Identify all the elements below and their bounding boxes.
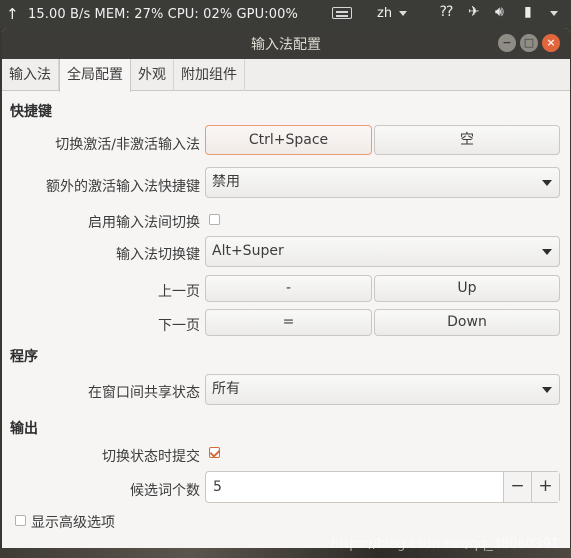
- window-titlebar: 输入法配置 − □ ×: [2, 28, 570, 59]
- prev-page-label: 上一页: [158, 284, 200, 300]
- enable-switch-label: 启用输入法间切换: [88, 215, 200, 231]
- candidate-count-spinner[interactable]: 5 − +: [205, 471, 560, 503]
- dropdown-arrow-icon: [542, 180, 552, 186]
- commit-on-switch-label: 切换状态时提交: [102, 449, 200, 465]
- increment-button[interactable]: +: [531, 472, 559, 502]
- system-menu-chevron-icon[interactable]: [550, 11, 558, 16]
- dropdown-arrow-icon: [542, 387, 552, 393]
- airplane-icon[interactable]: ✈: [468, 4, 480, 20]
- share-state-label: 在窗口间共享状态: [88, 385, 200, 401]
- share-state-select[interactable]: 所有: [205, 374, 560, 405]
- ime-config-window: 输入法配置 − □ × 输入法 全局配置 外观 附加组件 快捷键 切换激活/非激…: [2, 28, 570, 548]
- decrement-button[interactable]: −: [503, 472, 531, 502]
- watermark: https://blog.csdn.net/qq_38060391: [330, 537, 559, 552]
- system-stats: 15.00 B/s MEM: 27% CPU: 02% GPU:00%: [28, 6, 298, 22]
- switch-key-label: 输入法切换键: [116, 247, 200, 263]
- tab-appearance[interactable]: 外观: [131, 59, 174, 91]
- maximize-button[interactable]: □: [520, 34, 538, 52]
- network-question-icon[interactable]: ⁇: [440, 4, 453, 20]
- toggle-ime-label: 切换激活/非激活输入法: [55, 137, 200, 153]
- show-advanced-label[interactable]: 显示高级选项: [31, 512, 115, 532]
- tab-global-config[interactable]: 全局配置: [59, 59, 131, 92]
- section-heading-output: 输出: [10, 421, 38, 437]
- toggle-ime-key2-button[interactable]: 空: [374, 125, 560, 155]
- show-advanced-checkbox[interactable]: [15, 515, 26, 526]
- next-page-key2-button[interactable]: Down: [374, 309, 560, 336]
- toggle-ime-key1-button[interactable]: Ctrl+Space: [205, 125, 372, 155]
- tab-bar: 输入法 全局配置 外观 附加组件: [2, 59, 570, 92]
- prev-page-key2-button[interactable]: Up: [374, 275, 560, 302]
- switch-key-value: Alt+Super: [212, 243, 284, 259]
- tab-addons[interactable]: 附加组件: [174, 59, 245, 91]
- switch-key-select[interactable]: Alt+Super: [205, 236, 560, 267]
- system-top-panel: ↑ 15.00 B/s MEM: 27% CPU: 02% GPU:00% zh…: [0, 0, 571, 28]
- dropdown-arrow-icon: [542, 249, 552, 255]
- next-page-key1-button[interactable]: =: [205, 309, 372, 336]
- network-arrow-icon: ↑: [6, 5, 19, 23]
- commit-on-switch-checkbox[interactable]: [209, 447, 220, 458]
- enable-switch-checkbox[interactable]: [209, 214, 220, 225]
- section-heading-hotkeys: 快捷键: [10, 104, 52, 120]
- window-title: 输入法配置: [251, 36, 321, 53]
- volume-icon[interactable]: 🔊︎: [495, 4, 504, 20]
- minimize-button[interactable]: −: [498, 34, 516, 52]
- tab-input-method[interactable]: 输入法: [2, 59, 59, 91]
- next-page-label: 下一页: [158, 318, 200, 334]
- input-language-indicator[interactable]: zh: [377, 6, 392, 21]
- close-button[interactable]: ×: [542, 34, 560, 52]
- keyboard-icon[interactable]: [332, 7, 352, 19]
- candidate-count-value[interactable]: 5: [206, 472, 503, 502]
- candidate-count-label: 候选词个数: [130, 483, 200, 499]
- section-heading-program: 程序: [10, 349, 38, 365]
- share-state-value: 所有: [212, 381, 240, 397]
- extra-hotkey-label: 额外的激活输入法快捷键: [46, 179, 200, 195]
- prev-page-key1-button[interactable]: -: [205, 275, 372, 302]
- chevron-down-icon[interactable]: [399, 11, 407, 16]
- extra-hotkey-select[interactable]: 禁用: [205, 167, 560, 198]
- battery-icon[interactable]: ▮: [524, 4, 532, 20]
- extra-hotkey-value: 禁用: [212, 174, 240, 190]
